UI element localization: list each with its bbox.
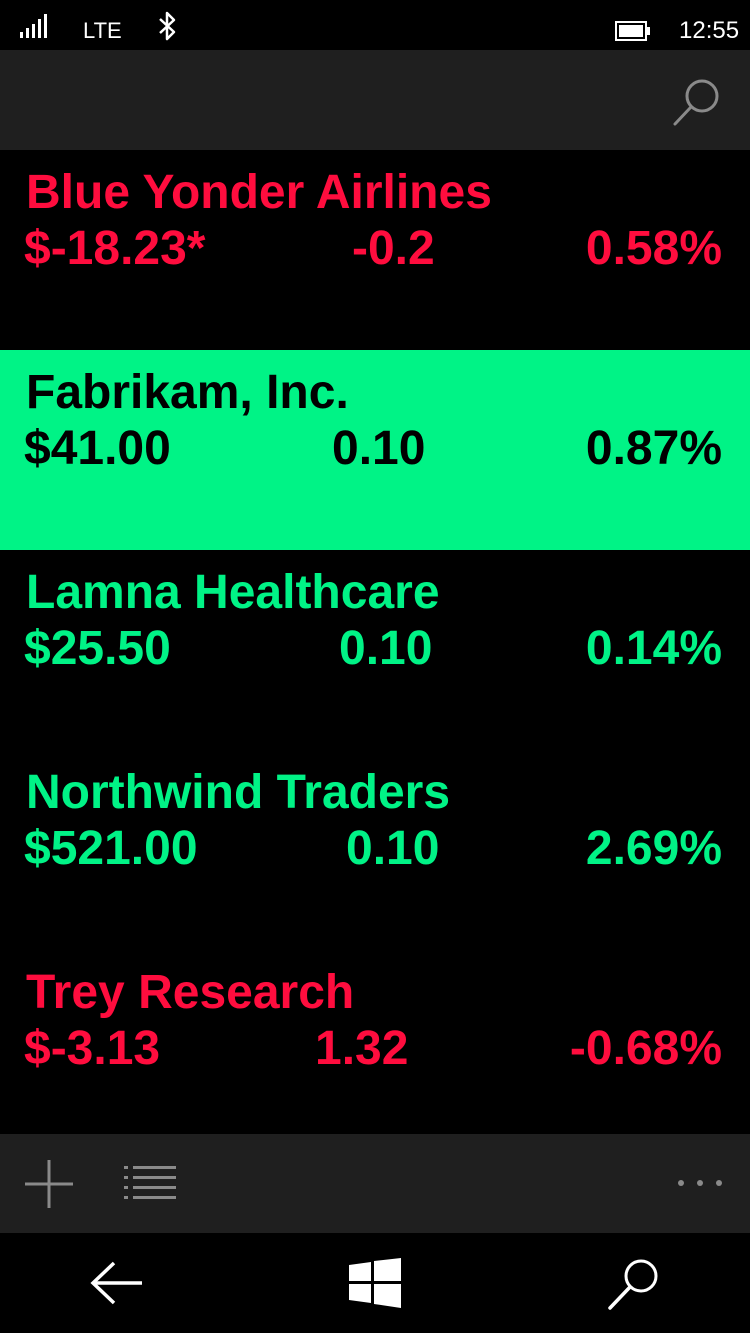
stock-price: $25.50 [24,622,171,675]
stock-list: Blue Yonder Airlines $-18.23* -0.2 0.58%… [0,150,750,1134]
stock-row[interactable]: Northwind Traders $521.00 0.10 2.69% [0,750,750,950]
stock-price: $521.00 [24,822,198,875]
top-app-bar [0,50,750,150]
stock-name: Lamna Healthcare [26,566,440,619]
stock-percent: 0.87% [585,422,722,475]
stock-row[interactable]: Fabrikam, Inc. $41.00 0.10 0.87% [0,350,750,550]
bluetooth-icon [159,11,176,41]
stock-change: 0.10 [332,422,426,475]
stock-row[interactable]: Trey Research $-3.13 1.32 -0.68% [0,950,750,1134]
windows-logo-icon[interactable] [349,1258,401,1308]
stock-price: $-18.23* [24,222,206,275]
stock-price: $41.00 [24,422,171,475]
stock-name: Trey Research [26,966,355,1019]
stock-name: Blue Yonder Airlines [26,166,492,219]
battery-icon [615,21,650,41]
bottom-app-bar [0,1134,750,1233]
navigation-bar [0,1233,750,1333]
stock-row[interactable]: Blue Yonder Airlines $-18.23* -0.2 0.58% [0,150,750,350]
search-icon[interactable] [606,1257,660,1311]
add-icon[interactable] [24,1159,74,1209]
stock-percent: 0.14% [585,622,722,675]
stock-change: 0.10 [339,622,433,675]
stock-name: Northwind Traders [26,766,451,819]
stock-percent: 0.58% [585,222,722,275]
stock-row[interactable]: Lamna Healthcare $25.50 0.10 0.14% [0,550,750,750]
status-bar: LTE 12:55 [0,0,750,50]
search-icon[interactable] [670,74,726,130]
clock: 12:55 [679,17,740,44]
stock-percent: 2.69% [585,822,722,875]
list-icon[interactable] [124,1166,176,1200]
stock-change: 1.32 [315,1022,409,1075]
stock-price: $-3.13 [24,1022,161,1075]
more-icon[interactable] [677,1178,723,1188]
stock-name: Fabrikam, Inc. [26,366,349,419]
back-arrow-icon[interactable] [90,1261,144,1305]
stock-change: 0.10 [346,822,440,875]
signal-strength-icon [20,14,47,38]
network-type: LTE [83,18,122,43]
stock-change: -0.2 [352,222,435,275]
stock-percent: -0.68% [569,1022,722,1075]
